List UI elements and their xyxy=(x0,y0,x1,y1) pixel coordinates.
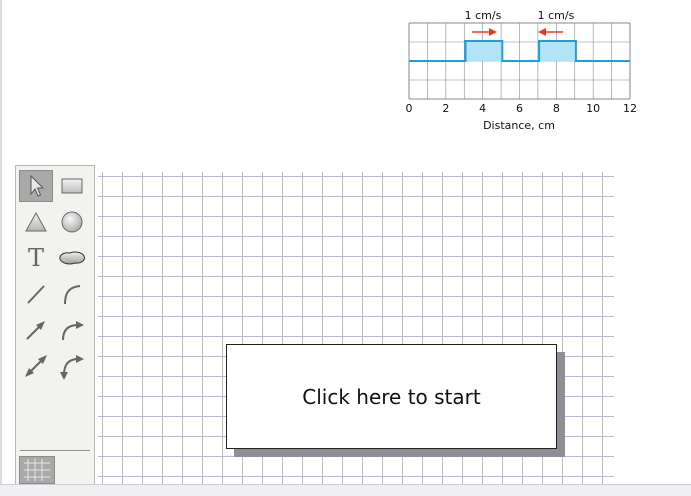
right-arrow-icon xyxy=(472,28,497,36)
freeform-tool-button[interactable] xyxy=(55,242,89,274)
double-arrow-tool-button[interactable] xyxy=(19,350,53,382)
grid-toggle-button[interactable] xyxy=(19,456,55,484)
left-arrow-icon xyxy=(538,28,563,36)
arrow-cursor-icon xyxy=(30,174,45,197)
x-tick-label: 4 xyxy=(479,102,486,115)
speed-label-right: 1 cm/s xyxy=(538,9,575,22)
bottom-scroll-bar[interactable] xyxy=(0,484,691,496)
pulse-right-fill xyxy=(539,41,576,61)
x-tick-label: 2 xyxy=(442,102,449,115)
curved-double-arrow-icon xyxy=(60,355,84,380)
x-tick-label: 8 xyxy=(553,102,560,115)
start-button[interactable]: Click here to start xyxy=(226,344,557,449)
circle-tool-button[interactable] xyxy=(55,206,89,238)
triangle-icon xyxy=(25,211,47,232)
speed-label-left: 1 cm/s xyxy=(465,9,502,22)
curved-arrow-icon xyxy=(62,321,84,341)
x-tick-labels: 0 2 4 6 8 10 12 xyxy=(406,102,638,115)
curve-tool-button[interactable] xyxy=(55,278,89,310)
curved-double-arrow-tool-button[interactable] xyxy=(55,350,89,382)
line-tool-button[interactable] xyxy=(19,278,53,310)
x-axis-label: Distance, cm xyxy=(483,119,555,132)
triangle-tool-button[interactable] xyxy=(19,206,53,238)
pulse-figure: 1 cm/s 1 cm/s 0 2 4 6 8 10 12 Distance, cm xyxy=(400,8,640,138)
rectangle-tool-button[interactable] xyxy=(55,170,89,202)
x-tick-label: 10 xyxy=(586,102,600,115)
start-button-label: Click here to start xyxy=(302,384,481,409)
curve-icon xyxy=(64,285,81,305)
rectangle-icon xyxy=(61,178,83,194)
circle-icon xyxy=(61,211,83,233)
grid-icon xyxy=(24,459,50,481)
toolbox-separator xyxy=(20,450,90,451)
curved-arrow-tool-button[interactable] xyxy=(55,314,89,346)
left-border xyxy=(0,0,2,495)
pulse-left-fill xyxy=(465,41,503,61)
double-arrow-icon xyxy=(25,355,47,377)
text-tool-button[interactable]: T xyxy=(19,242,53,274)
text-icon: T xyxy=(27,244,44,272)
x-tick-label: 6 xyxy=(516,102,523,115)
x-tick-label: 12 xyxy=(623,102,637,115)
x-tick-label: 0 xyxy=(406,102,413,115)
arrow-tool-button[interactable] xyxy=(19,314,53,346)
arrow-icon xyxy=(26,321,45,340)
line-icon xyxy=(27,285,45,304)
freeform-shape-icon xyxy=(59,251,85,265)
select-tool-button[interactable] xyxy=(19,170,53,202)
drawing-toolbox: T xyxy=(15,165,95,487)
